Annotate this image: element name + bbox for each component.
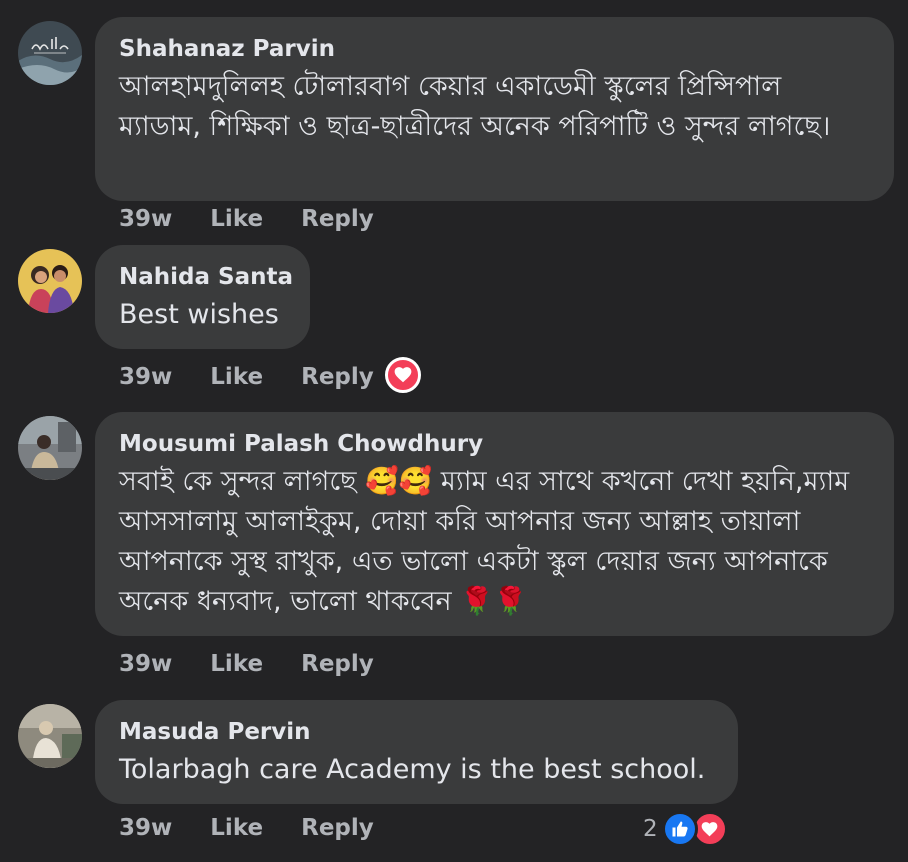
comment-text: সবাই কে সুন্দর লাগছে 🥰🥰 ম্যাম এর সাথে কখ… xyxy=(119,466,850,617)
heart-icon xyxy=(701,821,718,836)
reaction-like xyxy=(661,811,698,847)
comment-author[interactable]: Masuda Pervin xyxy=(119,718,714,746)
comment-actions: 39w Like Reply xyxy=(119,815,374,841)
like-button[interactable]: Like xyxy=(210,651,263,677)
comment-timestamp[interactable]: 39w xyxy=(119,651,172,677)
comment-bubble: Masuda Pervin Tolarbagh care Academy is … xyxy=(95,700,738,804)
comment-author[interactable]: Nahida Santa xyxy=(119,263,293,291)
comment-bubble: Nahida Santa Best wishes xyxy=(95,245,310,349)
comment-actions: 39w Like Reply xyxy=(119,651,374,677)
like-icon xyxy=(672,821,688,837)
couple-photo-avatar-icon xyxy=(18,249,82,313)
like-button[interactable]: Like xyxy=(210,815,263,841)
comment-bubble: Mousumi Palash Chowdhury সবাই কে সুন্দর … xyxy=(95,412,894,636)
reaction-count: 2 xyxy=(643,816,658,842)
like-button[interactable]: Like xyxy=(210,364,263,390)
comment-actions: 39w Like Reply xyxy=(119,364,374,390)
reply-button[interactable]: Reply xyxy=(301,815,374,841)
like-button[interactable]: Like xyxy=(210,206,263,232)
heart-icon xyxy=(394,367,412,383)
reaction-badge[interactable] xyxy=(385,357,421,393)
calligraphy-avatar-icon xyxy=(18,21,82,85)
photo-avatar-icon xyxy=(18,704,82,768)
photo-avatar-icon xyxy=(18,416,82,480)
avatar[interactable] xyxy=(18,416,82,480)
avatar[interactable] xyxy=(18,249,82,313)
comment-text: আলহামদুলিলহ টোলারবাগ কেয়ার একাডেমী স্কু… xyxy=(119,71,831,142)
reply-button[interactable]: Reply xyxy=(301,206,374,232)
comment-timestamp[interactable]: 39w xyxy=(119,364,172,390)
reaction-summary[interactable]: 2 xyxy=(643,809,728,849)
avatar[interactable] xyxy=(18,704,82,768)
comment-actions: 39w Like Reply xyxy=(119,206,374,232)
comment-timestamp[interactable]: 39w xyxy=(119,206,172,232)
reply-button[interactable]: Reply xyxy=(301,651,374,677)
comment-text: Tolarbagh care Academy is the best schoo… xyxy=(119,754,706,785)
comment-text: Best wishes xyxy=(119,299,279,330)
comment-timestamp[interactable]: 39w xyxy=(119,815,172,841)
reply-button[interactable]: Reply xyxy=(301,364,374,390)
avatar[interactable] xyxy=(18,21,82,85)
comment-author[interactable]: Shahanaz Parvin xyxy=(119,35,870,63)
comment-author[interactable]: Mousumi Palash Chowdhury xyxy=(119,430,870,458)
comment-bubble: Shahanaz Parvin আলহামদুলিলহ টোলারবাগ কেয… xyxy=(95,17,894,201)
